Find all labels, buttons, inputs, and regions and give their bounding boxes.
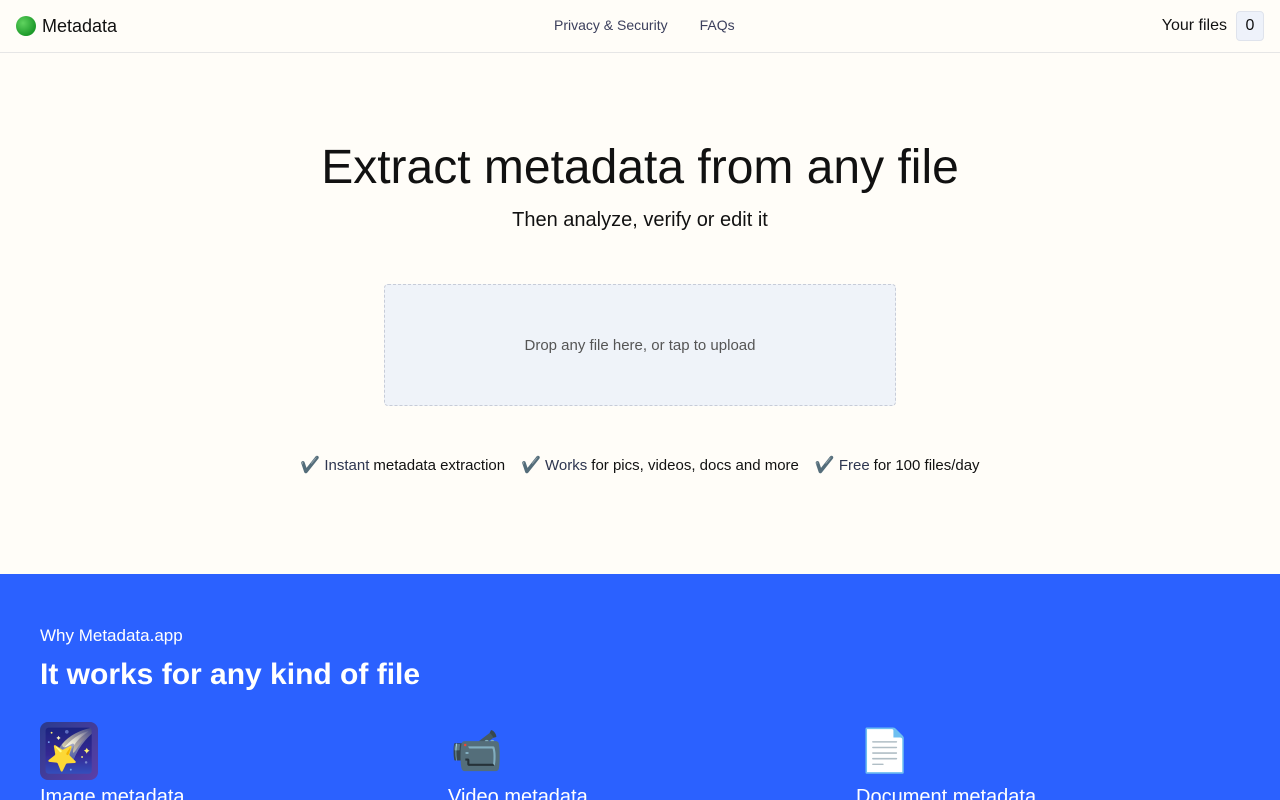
card-document-metadata: 📄 Document metadata — [856, 722, 1236, 800]
check-mark-icon: ✔️ — [814, 457, 835, 474]
check-mark-icon: ✔️ — [300, 457, 321, 474]
feature-text: metadata extraction — [373, 456, 506, 474]
files-count-badge: 0 — [1236, 11, 1264, 41]
main-nav: Privacy & Security FAQs — [554, 17, 735, 33]
green-circle-icon — [16, 16, 36, 36]
why-section: Why Metadata.app It works for any kind o… — [0, 574, 1280, 800]
card-video-metadata: 📹 Video metadata — [448, 722, 828, 800]
site-header: Metadata Privacy & Security FAQs Your fi… — [0, 0, 1280, 53]
section-kicker: Why Metadata.app — [40, 626, 183, 645]
your-files-button[interactable]: Your files 0 — [1162, 11, 1264, 41]
feature-item-instant: ✔️ Instant metadata extraction — [300, 455, 505, 475]
file-upload-dropzone[interactable]: Drop any file here, or tap to upload — [384, 284, 896, 406]
feature-head: Instant — [324, 456, 370, 474]
dropzone-text: Drop any file here, or tap to upload — [524, 336, 756, 354]
card-title: Document metadata — [856, 786, 1037, 800]
feature-head: Works — [545, 456, 588, 474]
card-image-metadata: 🌠 Image metadata — [40, 722, 420, 800]
shooting-star-icon: 🌠 — [40, 722, 98, 780]
hero-subtitle: Then analyze, verify or edit it — [512, 209, 768, 231]
nav-link-privacy-security[interactable]: Privacy & Security — [554, 17, 668, 33]
brand-name: Metadata — [42, 15, 118, 36]
feature-list: ✔️ Instant metadata extraction ✔️ Works … — [0, 455, 1280, 475]
check-mark-icon: ✔️ — [521, 457, 542, 474]
feature-head: Free — [838, 456, 870, 474]
hero-title: Extract metadata from any file — [321, 141, 959, 194]
your-files-label: Your files — [1161, 17, 1227, 34]
nav-link-faqs[interactable]: FAQs — [700, 17, 735, 33]
brand-logo-link[interactable]: Metadata — [16, 15, 117, 37]
section-title: It works for any kind of file — [40, 658, 421, 691]
feature-text: for 100 files/day — [873, 456, 980, 474]
video-camera-icon: 📹 — [450, 726, 504, 774]
card-title: Video metadata — [448, 786, 588, 800]
feature-item-works: ✔️ Works for pics, videos, docs and more — [521, 455, 799, 475]
document-icon: 📄 — [858, 726, 912, 774]
feature-text: for pics, videos, docs and more — [591, 456, 799, 474]
feature-item-free: ✔️ Free for 100 files/day — [815, 455, 980, 475]
card-title: Image metadata — [40, 786, 185, 800]
